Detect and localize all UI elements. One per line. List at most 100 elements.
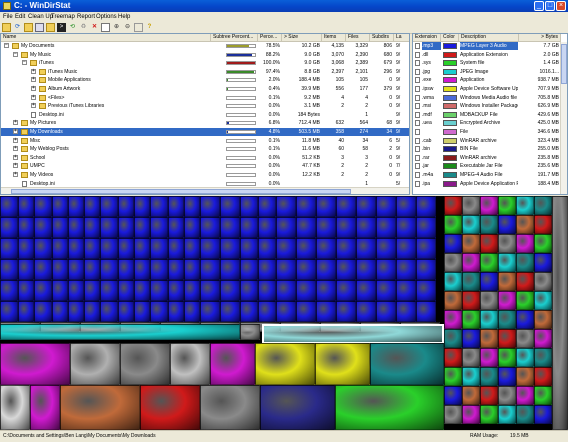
- extension-row[interactable]: .mp3 MPEG Layer 3 Audio 7.7 GB: [413, 42, 559, 50]
- tree-row[interactable]: + My Downloads 4.8% 503.5 MB 358 274 34 9/: [1, 128, 409, 136]
- expand-toggle-icon[interactable]: +: [13, 120, 18, 126]
- menu-file[interactable]: File: [3, 13, 13, 21]
- treemap-block: [18, 259, 34, 280]
- extension-row[interactable]: .msi Windows Installer Package 626.9 MB: [413, 102, 559, 110]
- close-button[interactable]: ×: [556, 1, 566, 11]
- expand-toggle-icon[interactable]: +: [31, 77, 36, 83]
- zoom-in-icon[interactable]: ⊕: [112, 23, 121, 32]
- expand-toggle-icon[interactable]: +: [13, 129, 18, 134]
- recycle-bin-icon[interactable]: ♻: [79, 23, 88, 32]
- tree-last-change: 9/: [396, 172, 401, 178]
- tree-row[interactable]: Desktop.ini 0.0% 184 Bytes 1 9/: [1, 111, 409, 119]
- expand-toggle-icon[interactable]: −: [13, 51, 18, 57]
- treemap-view[interactable]: [0, 196, 568, 430]
- tree-row[interactable]: + My Weblog Posts 0.1% 11.6 MB 60 58 2 9/: [1, 145, 409, 153]
- tree-row[interactable]: + <Files> 0.1% 9.2 MB 4 4 0 9/: [1, 94, 409, 102]
- zoom-out-icon[interactable]: ⊖: [123, 23, 132, 32]
- tree-row[interactable]: + UMPC 0.0% 47.7 KB 2 2 0 7/: [1, 162, 409, 170]
- extension-row[interactable]: .exe Application 938.7 MB: [413, 76, 559, 84]
- tree-row[interactable]: − My Documents 78.5% 10.2 GB 4,135 3,329 806 9/: [1, 42, 409, 50]
- tree-row[interactable]: + Previous iTunes Libraries 0.0% 3.1 MB 2 2 0 9…: [1, 102, 409, 110]
- menu-report[interactable]: Report: [77, 13, 95, 21]
- extension-row[interactable]: .bin BIN File 255.0 MB: [413, 145, 559, 153]
- minimize-button[interactable]: _: [534, 1, 544, 11]
- tree-row[interactable]: + Mobile Applications 2.0% 188.4 MB 105 105 0 9…: [1, 76, 409, 84]
- menu-help[interactable]: Help: [118, 13, 130, 21]
- tree-scroll-thumb[interactable]: [11, 189, 351, 194]
- refresh-selected-icon[interactable]: ⟲: [68, 23, 77, 32]
- col-files[interactable]: Files: [346, 34, 370, 42]
- tree-row[interactable]: + My Pictures 6.8% 712.4 MB 632 564 68 9/: [1, 119, 409, 127]
- menu-bar: File Edit Clean Up Treemap Report Option…: [0, 12, 568, 22]
- help-icon[interactable]: ?: [145, 23, 154, 32]
- expand-toggle-icon[interactable]: −: [22, 60, 27, 66]
- tree-row[interactable]: + My Videos 0.0% 12.2 KB 2 2 0 9/: [1, 171, 409, 179]
- extension-row[interactable]: .jar Executable Jar File 235.6 MB: [413, 162, 559, 170]
- extension-row[interactable]: File 346.6 MB: [413, 128, 559, 136]
- expand-toggle-icon[interactable]: +: [31, 68, 36, 74]
- tree-row[interactable]: + Misc 0.1% 11.8 MB 40 34 6 5/: [1, 137, 409, 145]
- tree-row[interactable]: + iTunes Music 97.4% 8.8 GB 2,397 2,101 296 9/: [1, 68, 409, 76]
- extension-row[interactable]: .cab WinRAR archive 323.4 MB: [413, 137, 559, 145]
- extension-row[interactable]: .uea Encrypted Archive 425.0 MB: [413, 119, 559, 127]
- expand-toggle-icon[interactable]: +: [31, 86, 36, 91]
- tree-files: 2,390: [355, 51, 368, 58]
- new-file-icon[interactable]: [101, 23, 110, 32]
- col-size[interactable]: > Size: [282, 34, 322, 42]
- extension-row[interactable]: .ipsw Apple Device Software Updat... 707.9…: [413, 85, 559, 93]
- maximize-button[interactable]: □: [545, 1, 555, 11]
- copy-path-icon[interactable]: [35, 23, 44, 32]
- col-bytes[interactable]: > Bytes: [519, 34, 561, 42]
- tree-row[interactable]: + Album Artwork 0.4% 39.9 MB 556 177 379 9/: [1, 85, 409, 93]
- extension-row[interactable]: .rar WinRAR archive 235.8 MB: [413, 154, 559, 162]
- extension-row[interactable]: .dll Application Extension 2.0 GB: [413, 51, 559, 59]
- extension-row[interactable]: .sys System file 1.4 GB: [413, 59, 559, 67]
- treemap-block: [84, 196, 100, 217]
- expand-toggle-icon[interactable]: −: [4, 43, 9, 48]
- open-item-icon[interactable]: [24, 23, 33, 32]
- subtree-percent-bar: [226, 173, 256, 177]
- tree-horizontal-scrollbar[interactable]: [1, 187, 409, 194]
- delete-icon[interactable]: ✕: [90, 23, 99, 32]
- col-extension[interactable]: Extension: [413, 34, 441, 42]
- extension-row[interactable]: .mdf MDBACKUP File 429.6 MB: [413, 111, 559, 119]
- extension-row[interactable]: .wma Windows Media Audio file 705.8 MB: [413, 94, 559, 102]
- properties-icon[interactable]: [134, 23, 143, 32]
- explorer-here-icon[interactable]: [46, 23, 55, 32]
- expand-toggle-icon[interactable]: +: [13, 154, 18, 160]
- col-percent[interactable]: Perce...: [258, 34, 282, 42]
- extension-row[interactable]: .ipa Apple Device Application File 188.4 M…: [413, 180, 559, 188]
- command-prompt-icon[interactable]: >: [57, 23, 66, 32]
- extension-description: Windows Installer Package: [460, 103, 518, 110]
- expand-toggle-icon[interactable]: +: [13, 172, 18, 177]
- menu-options[interactable]: Options: [96, 13, 117, 21]
- tree-row[interactable]: + School 0.0% 51.2 KB 3 3 0 9/: [1, 154, 409, 162]
- tree-row[interactable]: − My Music 88.2% 9.0 GB 3,070 2,390 680 9/: [1, 51, 409, 59]
- col-name[interactable]: Name: [1, 34, 211, 42]
- treemap-block: [444, 234, 462, 253]
- col-items[interactable]: Items: [322, 34, 346, 42]
- treemap-block: [0, 196, 18, 217]
- expand-toggle-icon[interactable]: +: [31, 103, 36, 109]
- menu-clean-up[interactable]: Clean Up: [28, 13, 53, 21]
- col-color[interactable]: Color: [441, 34, 459, 42]
- col-subtree-percent[interactable]: Subtree Percent...: [211, 34, 258, 42]
- extension-description: MDBACKUP File: [460, 111, 498, 118]
- extension-vertical-scrollbar[interactable]: [560, 42, 567, 194]
- expand-toggle-icon[interactable]: +: [13, 146, 18, 152]
- col-last-change[interactable]: La: [394, 34, 409, 42]
- refresh-icon[interactable]: ⟳: [13, 23, 22, 32]
- col-description[interactable]: Description: [459, 34, 519, 42]
- expand-toggle-icon[interactable]: +: [31, 94, 36, 100]
- tree-row[interactable]: − iTunes 100.0% 9.0 GB 3,068 2,389 679 9/: [1, 59, 409, 67]
- expand-toggle-icon[interactable]: +: [13, 163, 18, 169]
- menu-edit[interactable]: Edit: [15, 13, 25, 21]
- col-subdirs[interactable]: Subdirs: [370, 34, 394, 42]
- expand-toggle-icon[interactable]: +: [13, 137, 18, 143]
- extension-scroll-thumb[interactable]: [561, 44, 567, 84]
- tree-last-change: 9/: [396, 60, 401, 67]
- extension-row[interactable]: .jpg JPEG Image 1016.1...: [413, 68, 559, 76]
- open-icon[interactable]: [2, 23, 11, 32]
- menu-treemap[interactable]: Treemap: [51, 13, 75, 21]
- extension-row[interactable]: .m4a MPEG-4 Audio File 191.7 MB: [413, 171, 559, 179]
